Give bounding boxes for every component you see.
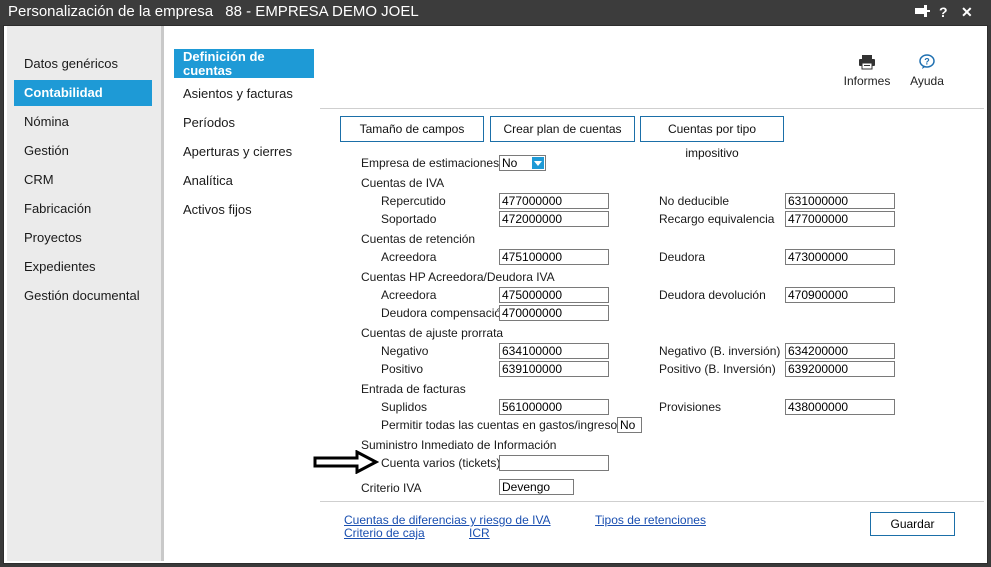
nav-nomina[interactable]: Nómina	[14, 109, 152, 135]
help-bubble-icon: ?	[919, 54, 935, 69]
prorrata-section-label: Cuentas de ajuste prorrata	[361, 326, 504, 340]
positivo-inversion-field[interactable]	[785, 361, 895, 377]
facturas-section-label: Entrada de facturas	[361, 382, 466, 396]
primary-nav: Datos genéricos Contabilidad Nómina Gest…	[7, 26, 161, 561]
tipos-retenciones-link[interactable]: Tipos de retenciones	[595, 513, 706, 527]
reports-label: Informes	[843, 74, 891, 88]
retencion-acreedora-field[interactable]	[499, 249, 609, 265]
suplidos-field[interactable]	[499, 399, 609, 415]
printer-icon	[859, 55, 875, 70]
hp-acreedora-field[interactable]	[499, 287, 609, 303]
subnav-analitica[interactable]: Analítica	[174, 173, 314, 189]
create-plan-button[interactable]: Crear plan de cuentas	[490, 116, 635, 142]
field-size-button[interactable]: Tamaño de campos	[340, 116, 484, 142]
icr-link[interactable]: ICR	[469, 526, 490, 540]
pin-icon[interactable]	[914, 4, 930, 21]
subnav-asientos-facturas[interactable]: Asientos y facturas	[174, 86, 314, 102]
nav-gestion[interactable]: Gestión	[14, 138, 152, 164]
diferencias-riesgo-iva-link[interactable]: Cuentas de diferencias y riesgo de IVA	[344, 513, 551, 527]
reports-button[interactable]: Informes	[843, 54, 891, 88]
subnav-aperturas-cierres[interactable]: Aperturas y cierres	[174, 144, 314, 160]
negativo-inversion-label: Negativo (B. inversión)	[659, 344, 781, 358]
provisiones-field[interactable]	[785, 399, 895, 415]
criterio-iva-label: Criterio IVA	[361, 481, 422, 495]
nav-gestion-documental[interactable]: Gestión documental	[14, 283, 152, 309]
no-deducible-field[interactable]	[785, 193, 895, 209]
nav-fabricacion[interactable]: Fabricación	[14, 196, 152, 222]
arrow-right-icon	[313, 450, 379, 474]
help-label: Ayuda	[910, 74, 944, 88]
deudora-devolucion-field[interactable]	[785, 287, 895, 303]
retencion-deudora-label: Deudora	[659, 250, 706, 264]
close-icon[interactable]: ✕	[961, 4, 973, 21]
help-title-icon[interactable]: ?	[939, 4, 948, 20]
repercutido-field[interactable]	[499, 193, 609, 209]
nav-proyectos[interactable]: Proyectos	[14, 225, 152, 251]
empresa-estimaciones-label: Empresa de estimaciones	[361, 156, 500, 170]
negativo-inversion-field[interactable]	[785, 343, 895, 359]
footer-divider	[320, 501, 984, 502]
sii-section-label: Suministro Inmediato de Información	[361, 438, 557, 452]
negativo-field[interactable]	[499, 343, 609, 359]
positivo-inversion-label: Positivo (B. Inversión)	[659, 362, 776, 376]
criterio-iva-field[interactable]	[499, 479, 574, 495]
iva-section-label: Cuentas de IVA	[361, 176, 445, 190]
cuenta-varios-field[interactable]	[499, 455, 609, 471]
soportado-field[interactable]	[499, 211, 609, 227]
negativo-label: Negativo	[381, 344, 429, 358]
window-title-text: Personalización de la empresa	[8, 3, 214, 20]
secondary-nav: Definición de cuentas Asientos y factura…	[164, 26, 320, 561]
retencion-deudora-field[interactable]	[785, 249, 895, 265]
company-name: 88 - EMPRESA DEMO JOEL	[225, 3, 419, 20]
retencion-section-label: Cuentas de retención	[361, 232, 476, 246]
subnav-definicion-cuentas[interactable]: Definición de cuentas	[174, 49, 314, 78]
deudora-devolucion-label: Deudora devolución	[659, 288, 766, 302]
deudora-compensacion-field[interactable]	[499, 305, 609, 321]
recargo-equivalencia-field[interactable]	[785, 211, 895, 227]
positivo-field[interactable]	[499, 361, 609, 377]
empresa-estimaciones-value: No	[502, 156, 518, 170]
title-bar: Personalización de la empresa 88 - EMPRE…	[0, 0, 991, 25]
save-button[interactable]: Guardar	[870, 512, 955, 536]
positivo-label: Positivo	[381, 362, 424, 376]
subnav-activos-fijos[interactable]: Activos fijos	[174, 202, 314, 218]
recargo-equivalencia-label: Recargo equivalencia	[659, 212, 775, 226]
nav-crm[interactable]: CRM	[14, 167, 152, 193]
criterio-caja-link[interactable]: Criterio de caja	[344, 526, 425, 540]
nav-expedientes[interactable]: Expedientes	[14, 254, 152, 280]
svg-text:?: ?	[924, 57, 930, 67]
nav-contabilidad[interactable]: Contabilidad	[14, 80, 152, 106]
hp-section-label: Cuentas HP Acreedora/Deudora IVA	[361, 270, 555, 284]
subnav-periodos[interactable]: Períodos	[174, 115, 314, 131]
repercutido-label: Repercutido	[381, 194, 446, 208]
no-deducible-label: No deducible	[659, 194, 730, 208]
permitir-cuentas-field[interactable]	[617, 417, 642, 433]
retencion-acreedora-label: Acreedora	[381, 250, 437, 264]
accounts-by-tax-button[interactable]: Cuentas por tipo impositivo	[640, 116, 784, 160]
chevron-down-icon[interactable]	[532, 157, 544, 169]
provisiones-label: Provisiones	[659, 400, 722, 414]
hp-acreedora-label: Acreedora	[381, 288, 437, 302]
suplidos-label: Suplidos	[381, 400, 428, 414]
toolbar-divider	[320, 108, 984, 109]
empresa-estimaciones-select[interactable]: No	[499, 155, 546, 171]
deudora-compensacion-label: Deudora compensación	[381, 306, 508, 320]
permitir-cuentas-label: Permitir todas las cuentas en gastos/ing…	[381, 418, 624, 432]
help-button[interactable]: ? Ayuda	[908, 54, 946, 88]
soportado-label: Soportado	[381, 212, 437, 226]
nav-datos-genericos[interactable]: Datos genéricos	[14, 51, 152, 77]
window-title: Personalización de la empresa 88 - EMPRE…	[8, 3, 427, 20]
cuenta-varios-label: Cuenta varios (tickets)	[381, 456, 501, 470]
